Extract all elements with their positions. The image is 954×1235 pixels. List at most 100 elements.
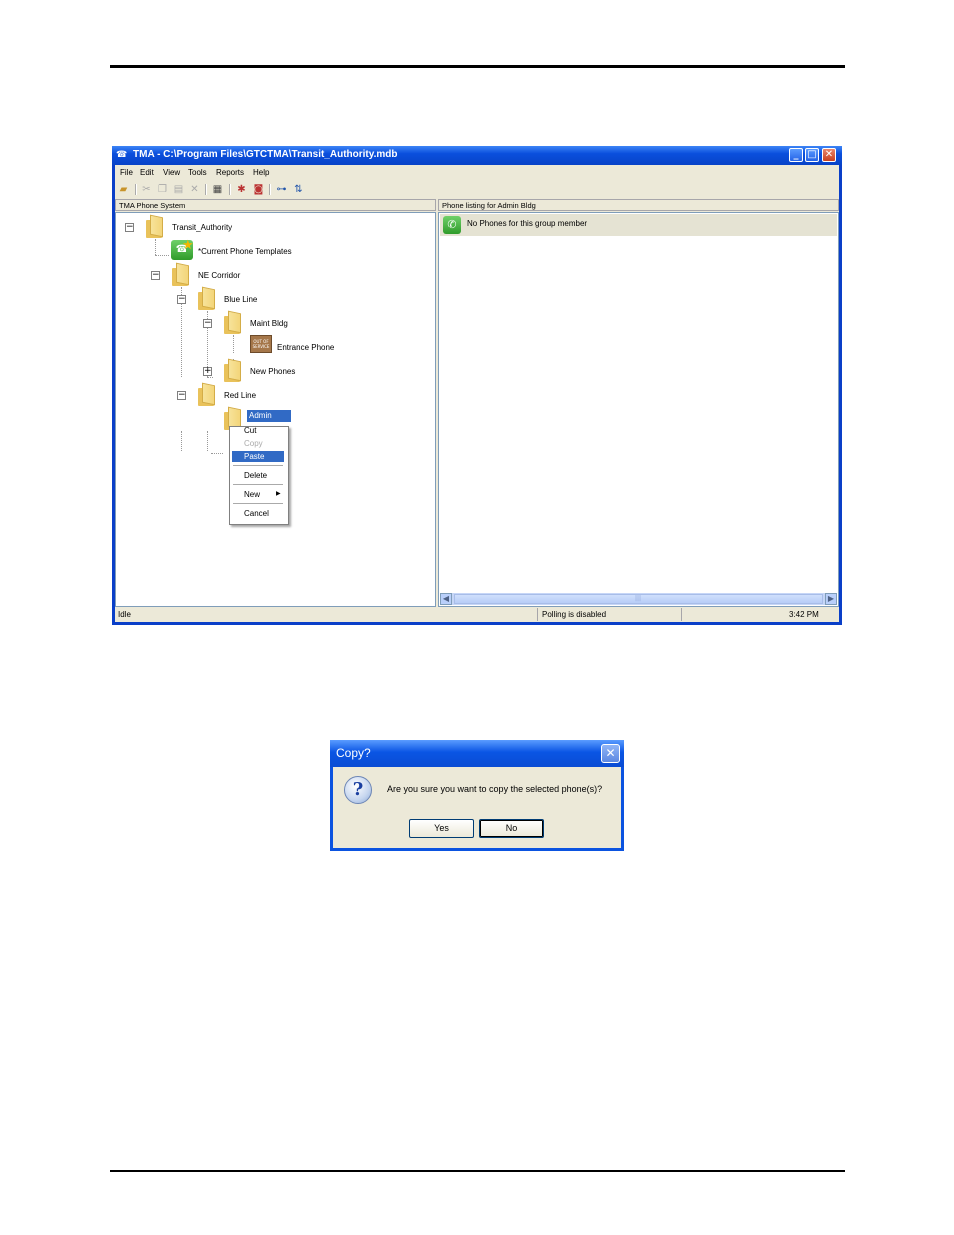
maximize-icon: □ [807, 149, 817, 160]
tree-connector [211, 453, 223, 454]
scroll-right-arrow-icon[interactable]: ▶ [825, 593, 837, 605]
no-button[interactable]: No [479, 819, 544, 838]
tree-connector [155, 239, 156, 255]
menu-tools[interactable]: Tools [188, 168, 207, 177]
maximize-button[interactable]: □ [805, 148, 819, 162]
menu-file[interactable]: File [120, 168, 133, 177]
cut-icon[interactable]: ✂ [140, 183, 153, 196]
phone-listing-row[interactable]: ✆ No Phones for this group member [440, 214, 837, 236]
yes-button[interactable]: Yes [409, 819, 474, 838]
question-icon: ? [344, 776, 372, 804]
menu-separator [233, 465, 283, 466]
minimize-button[interactable]: _ [789, 148, 803, 162]
window-titlebar[interactable]: ☎ TMA - C:\Program Files\GTCTMA\Transit_… [112, 146, 842, 165]
collapse-maint-bldg[interactable]: − [203, 319, 212, 328]
context-menu: Cut Copy Paste Delete New ▶ Cancel [229, 426, 289, 525]
tree-node-entrance-phone[interactable]: Entrance Phone [277, 343, 334, 352]
tree-node-transit-authority[interactable]: Transit_Authority [172, 223, 232, 232]
expand-new-phones[interactable]: + [203, 367, 212, 376]
phone-listing-pane[interactable]: ✆ No Phones for this group member ◀ ||| … [438, 212, 839, 607]
folder-icon [198, 382, 216, 406]
delete-icon[interactable]: ✕ [188, 183, 201, 196]
tree-expand-icon[interactable]: ⊶ [275, 183, 288, 196]
left-pane-header: TMA Phone System [115, 199, 436, 211]
phone-template-icon: ☎ ★ [171, 238, 194, 260]
folder-icon [224, 358, 242, 382]
tree-connector [233, 335, 234, 353]
menu-separator [233, 503, 283, 504]
collapse-transit-authority[interactable]: − [125, 223, 134, 232]
no-phones-message: No Phones for this group member [467, 219, 588, 228]
open-icon[interactable]: ▰ [117, 183, 130, 196]
close-icon: ✕ [605, 746, 616, 760]
tree-connector [181, 431, 182, 451]
context-menu-cancel[interactable]: Cancel [232, 508, 284, 519]
toolbar-separator [269, 184, 271, 195]
properties-icon[interactable]: ▦ [211, 183, 224, 196]
status-idle: Idle [118, 610, 131, 619]
copy-confirm-dialog: Copy? ✕ ? Are you sure you want to copy … [330, 740, 624, 851]
collapse-ne-corridor[interactable]: − [151, 271, 160, 280]
tree-connector [155, 255, 169, 256]
tree-node-red-line[interactable]: Red Line [224, 391, 256, 400]
tree-node-blue-line[interactable]: Blue Line [224, 295, 257, 304]
context-menu-cut[interactable]: Cut [232, 425, 284, 436]
window-title: TMA - C:\Program Files\GTCTMA\Transit_Au… [133, 149, 398, 160]
page-top-rule [110, 65, 845, 68]
status-bar: Idle Polling is disabled 3:42 PM [115, 608, 839, 622]
collapse-blue-line[interactable]: − [177, 295, 186, 304]
toolbar-separator [205, 184, 207, 195]
right-pane-header: Phone listing for Admin Bldg [438, 199, 839, 211]
phone-icon: ✆ [443, 216, 461, 234]
tma-app-icon: ☎ [116, 150, 127, 160]
horizontal-scrollbar[interactable]: ◀ ||| ▶ [440, 593, 837, 605]
context-menu-paste[interactable]: Paste [232, 451, 284, 462]
tree-node-admin-bldg[interactable]: Admin Bldg [247, 410, 291, 422]
folder-icon [146, 214, 164, 238]
folder-icon [198, 286, 216, 310]
paste-icon[interactable]: ▤ [172, 183, 185, 196]
sort-icon[interactable]: ⇅ [292, 183, 305, 196]
tree-node-maint-bldg[interactable]: Maint Bldg [250, 319, 288, 328]
poll-icon[interactable]: ✱ [235, 183, 248, 196]
close-icon: ✕ [824, 149, 834, 160]
page-bottom-rule [110, 1170, 845, 1172]
menu-reports[interactable]: Reports [216, 168, 244, 177]
tree-connector [207, 431, 208, 451]
toolbar: ▰ ✂ ❐ ▤ ✕ ▦ ✱ ◙ ⊶ ⇅ [115, 181, 839, 198]
dialog-titlebar[interactable]: Copy? ✕ [330, 740, 624, 767]
tree-node-ne-corridor[interactable]: NE Corridor [198, 271, 240, 280]
phone-system-tree[interactable]: − Transit_Authority ☎ ★ *Current Phone Te… [115, 212, 436, 607]
dialog-close-button[interactable]: ✕ [601, 744, 620, 763]
tree-node-new-phones[interactable]: New Phones [250, 367, 295, 376]
minimize-icon: _ [793, 149, 799, 160]
status-polling: Polling is disabled [537, 608, 680, 621]
menu-separator [233, 484, 283, 485]
menu-view[interactable]: View [163, 168, 180, 177]
toolbar-separator [135, 184, 137, 195]
out-of-service-icon: OUT OF SERVICE [250, 335, 272, 353]
folder-icon [224, 310, 242, 334]
dialog-body: ? Are you sure you want to copy the sele… [333, 767, 621, 848]
tma-main-window: ☎ TMA - C:\Program Files\GTCTMA\Transit_… [112, 146, 842, 625]
copy-icon[interactable]: ❐ [156, 183, 169, 196]
alarm-icon[interactable]: ◙ [252, 183, 265, 196]
window-client: File Edit View Tools Reports Help ▰ ✂ ❐ … [115, 165, 839, 622]
close-button[interactable]: ✕ [822, 148, 836, 162]
folder-icon [172, 262, 190, 286]
tree-node-current-phone-templates[interactable]: *Current Phone Templates [198, 247, 292, 256]
grip-icon: ||| [635, 595, 642, 602]
menu-help[interactable]: Help [253, 168, 269, 177]
toolbar-separator [229, 184, 231, 195]
submenu-arrow-icon: ▶ [276, 491, 281, 497]
collapse-red-line[interactable]: − [177, 391, 186, 400]
tree-connector [207, 377, 213, 378]
dialog-title: Copy? [336, 746, 371, 760]
context-menu-copy[interactable]: Copy [232, 438, 284, 449]
menu-bar: File Edit View Tools Reports Help [115, 165, 839, 180]
dialog-message: Are you sure you want to copy the select… [387, 784, 603, 794]
menu-edit[interactable]: Edit [140, 168, 154, 177]
scroll-thumb[interactable]: ||| [454, 594, 823, 604]
scroll-left-arrow-icon[interactable]: ◀ [440, 593, 452, 605]
context-menu-delete[interactable]: Delete [232, 470, 284, 481]
